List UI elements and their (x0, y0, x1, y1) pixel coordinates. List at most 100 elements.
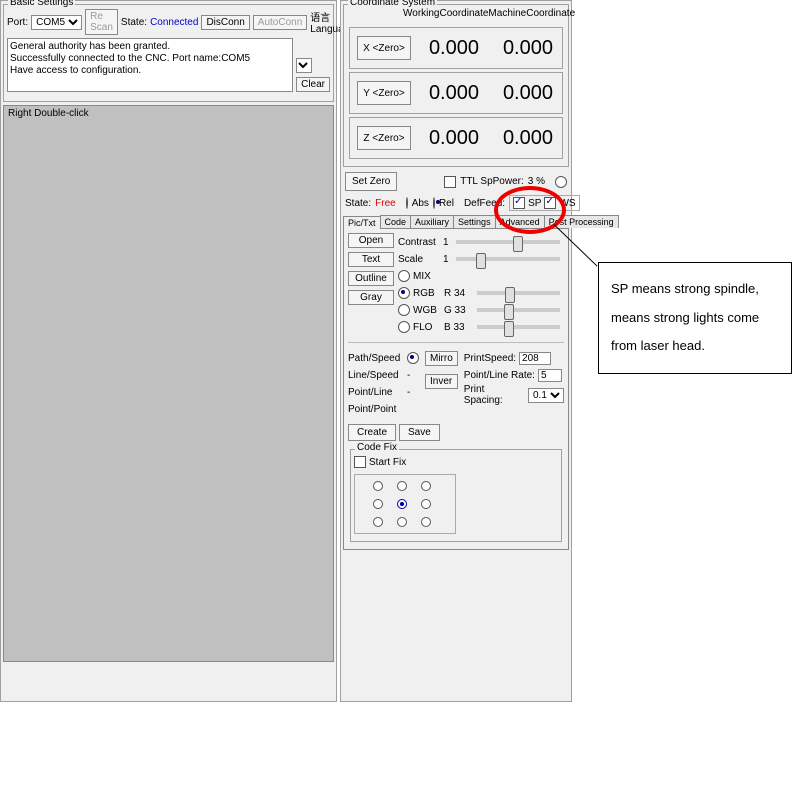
r-slider[interactable] (477, 291, 560, 295)
wgb-radio[interactable] (398, 304, 410, 316)
scale-slider[interactable] (456, 257, 560, 261)
z-working-value: 0.000 (411, 127, 485, 150)
deffeed-label: DefFeed: (464, 198, 505, 209)
ws-checkbox[interactable] (544, 197, 556, 209)
anchor-tl[interactable] (373, 481, 383, 491)
anchor-br[interactable] (421, 517, 431, 527)
mix-radio[interactable] (398, 270, 410, 282)
state-label: State: (121, 17, 147, 28)
rescan-button[interactable]: Re Scan (85, 9, 118, 35)
linespeed-dash: - (407, 370, 410, 381)
state2-label: State: (345, 198, 371, 209)
coordinate-title: Coordinate System (348, 0, 437, 8)
machine-header: MachineCoordinate (488, 8, 575, 24)
rel-label: Rel (439, 198, 454, 209)
anchor-ml[interactable] (373, 499, 383, 509)
log-filter-select[interactable] (296, 58, 312, 73)
state-row: State: Free Abs Rel DefFeed: SP WS (341, 193, 571, 213)
rgb-radio[interactable] (398, 287, 410, 299)
log-line: General authority has been granted. (10, 41, 290, 53)
y-working-value: 0.000 (411, 82, 485, 105)
sp-checkbox[interactable] (513, 197, 525, 209)
b-label: B 33 (444, 322, 470, 333)
preview-canvas[interactable]: Right Double-click (3, 105, 334, 662)
left-panel: Basic Settings Port: COM5 Re Scan State:… (0, 0, 337, 702)
linespeed-label: Line/Speed (348, 370, 404, 381)
open-button[interactable]: Open (348, 233, 394, 248)
contrast-value: 1 (443, 237, 449, 248)
contrast-label: Contrast (398, 237, 440, 248)
save-button[interactable]: Save (399, 424, 440, 441)
ttl-radio[interactable] (555, 176, 567, 188)
text-button[interactable]: Text (348, 252, 394, 267)
log-line: Successfully connected to the CNC. Port … (10, 53, 290, 65)
state-value: Connected (150, 17, 198, 28)
mix-label: MIX (413, 271, 441, 282)
anchor-tr[interactable] (421, 481, 431, 491)
pointpoint-label: Point/Point (348, 404, 404, 415)
port-select[interactable]: COM5 (31, 15, 82, 30)
rel-radio[interactable] (433, 197, 435, 209)
outline-button[interactable]: Outline (348, 271, 394, 286)
g-label: G 33 (444, 305, 470, 316)
anchor-mr[interactable] (421, 499, 431, 509)
flo-radio[interactable] (398, 321, 410, 333)
b-slider[interactable] (477, 325, 560, 329)
printspeed-input[interactable] (519, 352, 551, 365)
anchor-bl[interactable] (373, 517, 383, 527)
inver-button[interactable]: Inver (425, 374, 458, 389)
ttl-checkbox[interactable] (444, 176, 456, 188)
pointline-label: Point/Line (348, 387, 404, 398)
y-zero-button[interactable]: Y <Zero> (357, 81, 411, 105)
right-panel: Coordinate System WorkingCoordinate Mach… (340, 0, 572, 702)
disconn-button[interactable]: DisConn (201, 15, 249, 30)
autoconn-button[interactable]: AutoConn (253, 15, 307, 30)
startfix-checkbox[interactable] (354, 456, 366, 468)
anchor-bc[interactable] (397, 517, 407, 527)
spacing-select[interactable]: 0.1 (528, 388, 564, 403)
startfix-label: Start Fix (369, 457, 406, 468)
ttl-value: 3 % (528, 176, 545, 187)
plrate-label: Point/Line Rate: (464, 370, 535, 381)
setzero-button[interactable]: Set Zero (345, 172, 397, 191)
plrate-input[interactable] (538, 369, 562, 382)
anchor-tc[interactable] (397, 481, 407, 491)
x-machine-value: 0.000 (485, 37, 559, 60)
pointline-dash: - (407, 387, 410, 398)
basic-settings-group: Basic Settings Port: COM5 Re Scan State:… (3, 4, 334, 102)
z-zero-button[interactable]: Z <Zero> (357, 126, 411, 150)
wgb-label: WGB (413, 305, 441, 316)
tab-code[interactable]: Code (380, 215, 412, 228)
create-button[interactable]: Create (348, 424, 396, 441)
x-working-value: 0.000 (411, 37, 485, 60)
anchor-mc[interactable] (397, 499, 407, 509)
spacing-label: Print Spacing: (464, 384, 525, 406)
flo-label: FLO (413, 322, 441, 333)
mirror-button[interactable]: Mirro (425, 351, 458, 366)
working-header: WorkingCoordinate (403, 8, 488, 24)
x-zero-button[interactable]: X <Zero> (357, 36, 411, 60)
gray-button[interactable]: Gray (348, 290, 394, 305)
contrast-slider[interactable] (456, 240, 560, 244)
log-textarea[interactable]: General authority has been granted. Succ… (7, 38, 293, 92)
clear-log-button[interactable]: Clear (296, 77, 330, 92)
y-row: Y <Zero> 0.000 0.000 (349, 72, 563, 114)
canvas-hint: Right Double-click (8, 108, 89, 119)
pathspeed-radio[interactable] (407, 352, 419, 364)
tab-adv[interactable]: Advanced (495, 215, 545, 228)
ttl-label: TTL SpPower: (460, 176, 524, 187)
pathspeed-label: Path/Speed (348, 353, 404, 364)
abs-radio[interactable] (406, 197, 408, 209)
log-line: Have access to configuration. (10, 65, 290, 77)
tab-settings[interactable]: Settings (453, 215, 496, 228)
anchor-grid (354, 474, 456, 534)
state2-value: Free (375, 198, 396, 209)
codefix-title: Code Fix (355, 442, 399, 453)
tab-pictxt[interactable]: Pic/Txt (343, 216, 381, 229)
codefix-group: Code Fix Start Fix (350, 449, 562, 542)
tab-aux[interactable]: Auxiliary (410, 215, 454, 228)
printspeed-label: PrintSpeed: (464, 353, 516, 364)
g-slider[interactable] (477, 308, 560, 312)
scale-label: Scale (398, 254, 440, 265)
setzero-row: Set Zero TTL SpPower: 3 % (341, 170, 571, 193)
